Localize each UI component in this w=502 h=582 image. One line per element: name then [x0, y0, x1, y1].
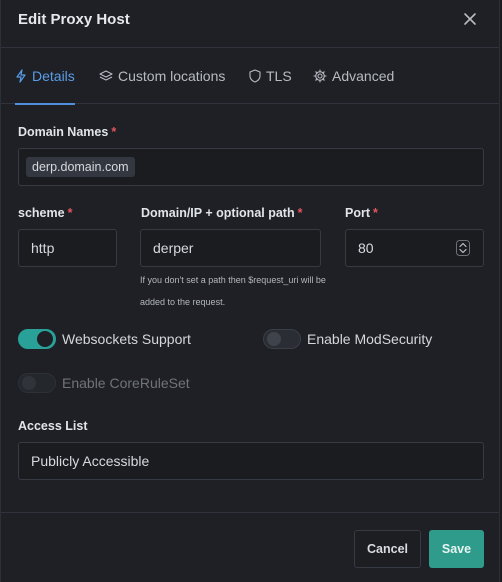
coreruleset-toggle	[18, 373, 56, 393]
tab-bar: Details Custom locations TLS Advanced	[1, 48, 499, 105]
toggle-knob	[21, 375, 37, 391]
modsecurity-toggle[interactable]	[263, 329, 301, 349]
port-label: Port *	[345, 206, 378, 220]
dialog-title: Edit Proxy Host	[18, 11, 130, 28]
host-hint: If you don't set a path then $request_ur…	[140, 275, 326, 307]
access-list-value: Publicly Accessible	[31, 453, 150, 469]
websockets-toggle[interactable]	[18, 329, 56, 349]
dialog-footer: Cancel Save	[1, 512, 499, 582]
scheme-label: scheme *	[18, 206, 73, 220]
save-button[interactable]: Save	[429, 530, 484, 568]
tab-custom-locations-label: Custom locations	[118, 68, 226, 84]
port-value: 80	[358, 240, 374, 256]
tab-tls[interactable]: TLS	[249, 48, 292, 104]
toggle-knob	[266, 331, 282, 347]
gear-icon	[313, 69, 327, 83]
shield-icon	[249, 69, 261, 83]
dialog-header: Edit Proxy Host	[1, 0, 499, 48]
access-list-select[interactable]: Publicly Accessible	[18, 442, 484, 480]
host-label: Domain/IP + optional path *	[141, 206, 303, 220]
tab-details-label: Details	[32, 68, 75, 84]
scheme-value: http	[31, 240, 55, 256]
bolt-icon	[16, 69, 26, 83]
port-input[interactable]: 80	[345, 229, 484, 267]
scheme-input[interactable]: http	[18, 229, 117, 267]
tab-tls-label: TLS	[266, 68, 292, 84]
layers-icon	[99, 70, 113, 81]
stepper-icon[interactable]	[456, 240, 470, 256]
tab-details[interactable]: Details	[15, 48, 75, 105]
edit-proxy-host-dialog: Edit Proxy Host Details Custom locations…	[0, 0, 500, 582]
tab-advanced-label: Advanced	[332, 68, 395, 84]
domain-names-input[interactable]: derp.domain.com	[18, 148, 484, 186]
websockets-label: Websockets Support	[62, 331, 191, 347]
close-icon[interactable]	[461, 10, 479, 28]
cancel-button[interactable]: Cancel	[354, 530, 421, 568]
tab-custom-locations[interactable]: Custom locations	[99, 48, 225, 104]
tab-advanced[interactable]: Advanced	[313, 48, 394, 104]
modsecurity-label: Enable ModSecurity	[307, 331, 433, 347]
access-list-label: Access List	[18, 419, 88, 433]
host-value: derper	[153, 240, 194, 256]
host-input[interactable]: derper	[140, 229, 321, 267]
coreruleset-label: Enable CoreRuleSet	[62, 375, 190, 391]
toggle-knob	[37, 331, 53, 347]
domain-names-label: Domain Names *	[18, 125, 117, 139]
domain-tag[interactable]: derp.domain.com	[26, 157, 135, 177]
